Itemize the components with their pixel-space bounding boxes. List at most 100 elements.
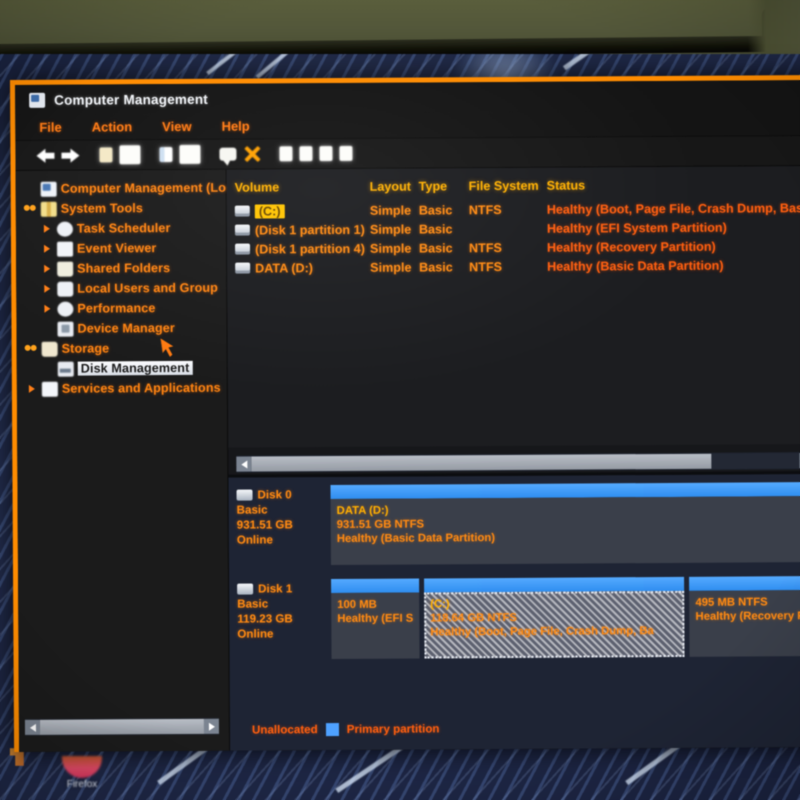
partition-block[interactable]: 495 MB NTFS Healthy (Recovery P <box>689 576 800 657</box>
tree-item-shared-folders[interactable]: Shared Folders <box>20 258 226 279</box>
expander-open-icon[interactable] <box>26 343 37 354</box>
tree-item-label: Computer Management (Loca <box>60 180 241 196</box>
tree-item-performance[interactable]: Performance <box>20 298 226 319</box>
volume-file-system: NTFS <box>469 259 503 274</box>
partition-status: Healthy (EFI S <box>337 612 414 626</box>
tree-item-disk-management[interactable]: Disk Management <box>21 358 227 379</box>
device-manager-icon <box>57 321 74 337</box>
partition-status: Healthy (Basic Data Partition) <box>336 532 496 546</box>
volume-status: Healthy (Boot, Page File, Crash Dump, Ba… <box>546 200 800 217</box>
volume-type: Basic <box>419 259 453 275</box>
graphical-disk-view: Disk 0 Basic 931.51 GB Online DATA (D:) … <box>228 474 800 751</box>
disk-size: 931.51 GB <box>236 518 293 532</box>
column-header-layout[interactable]: Layout <box>370 180 411 194</box>
desktop-icon-firefox[interactable]: Firefox <box>58 756 106 790</box>
console-tree: Computer Management (Loca System Tools T… <box>16 170 240 399</box>
tree-item-label: Disk Management <box>77 360 193 376</box>
tree-item-label: Task Scheduler <box>76 221 171 236</box>
expander-closed-icon[interactable] <box>43 304 50 313</box>
console-icon <box>40 181 57 197</box>
tree-item-label: Performance <box>77 301 156 316</box>
tree-item-label: Local Users and Group <box>77 280 218 296</box>
tree-item-device-manager[interactable]: Device Manager <box>20 318 226 339</box>
toolbar <box>15 136 800 171</box>
forward-icon[interactable] <box>61 147 80 163</box>
volume-list-header: Volume Layout Type File System Status <box>235 174 800 198</box>
disk-size: 119.23 GB <box>237 612 293 626</box>
scroll-left-button[interactable] <box>24 719 41 735</box>
refresh-icon[interactable] <box>279 146 293 162</box>
tree-item-label: Services and Applications <box>61 380 221 396</box>
scroll-right-button[interactable] <box>203 718 219 734</box>
volume-layout: Simple <box>369 241 412 256</box>
computer-management-window: Computer Management File Action View Hel… <box>10 75 800 752</box>
properties-icon[interactable] <box>159 147 173 163</box>
volume-name: DATA (D:) <box>255 260 314 276</box>
disk-row: Disk 1 Basic 119.23 GB Online 100 MB Hea… <box>237 576 800 660</box>
view-icon[interactable] <box>319 146 333 162</box>
disk-info[interactable]: Disk 0 Basic 931.51 GB Online <box>236 485 330 566</box>
clock-icon <box>56 221 73 237</box>
scroll-left-button[interactable] <box>236 456 252 472</box>
menu-help[interactable]: Help <box>221 119 249 134</box>
expander-closed-icon[interactable] <box>43 264 50 273</box>
partition-block[interactable]: DATA (D:) 931.51 GB NTFS Healthy (Basic … <box>330 482 800 566</box>
disk-icon <box>57 361 74 377</box>
help-balloon-icon[interactable] <box>219 147 237 161</box>
volume-list-horizontal-scrollbar[interactable] <box>236 452 800 473</box>
expander-open-icon[interactable] <box>25 203 36 214</box>
new-window-icon[interactable] <box>179 144 201 164</box>
column-header-status[interactable]: Status <box>547 178 586 192</box>
disk-info[interactable]: Disk 1 Basic 119.23 GB Online <box>237 579 331 660</box>
column-header-volume[interactable]: Volume <box>235 180 280 194</box>
tree-item-computer-management[interactable]: Computer Management (Loca <box>20 178 240 199</box>
tree-item-local-users-and-groups[interactable]: Local Users and Group <box>20 278 226 299</box>
users-icon <box>57 281 74 297</box>
disk-row: Disk 0 Basic 931.51 GB Online DATA (D:) … <box>236 482 800 566</box>
menu-view[interactable]: View <box>162 119 191 134</box>
disk-management-pane: Volume Layout Type File System Status (C… <box>226 166 800 751</box>
up-folder-icon[interactable] <box>99 147 113 163</box>
tree-item-label: Event Viewer <box>76 241 157 256</box>
column-header-type[interactable]: Type <box>419 179 448 193</box>
scroll-track[interactable] <box>251 453 800 472</box>
tree-item-services-and-applications[interactable]: Services and Applications <box>21 378 227 399</box>
menu-file[interactable]: File <box>39 120 61 135</box>
scroll-track[interactable] <box>39 718 204 735</box>
partition-body: DATA (D:) 931.51 GB NTFS Healthy (Basic … <box>330 496 800 566</box>
partition-title: (C:) <box>430 598 450 611</box>
delete-icon[interactable] <box>243 145 260 162</box>
legend-unallocated-label: Unallocated <box>251 723 318 737</box>
expander-closed-icon[interactable] <box>43 284 50 293</box>
tree-item-event-viewer[interactable]: Event Viewer <box>20 238 226 259</box>
partition-size: 100 MB <box>337 598 377 612</box>
firefox-icon <box>62 756 102 778</box>
volume-name: (Disk 1 partition 1) <box>254 222 365 238</box>
menu-action[interactable]: Action <box>92 119 133 134</box>
tree-horizontal-scrollbar[interactable] <box>24 717 220 736</box>
volume-status: Healthy (Basic Data Partition) <box>547 258 724 274</box>
extra-icon[interactable] <box>339 145 353 161</box>
show-hide-console-tree-icon[interactable] <box>119 145 141 165</box>
expander-closed-icon[interactable] <box>28 384 35 393</box>
partition-block[interactable]: (C:) 118.64 GB NTFS Healthy (Boot, Page … <box>424 576 685 659</box>
window-titlebar[interactable]: Computer Management <box>15 80 800 115</box>
table-row[interactable]: DATA (D:) Simple Basic NTFS Healthy (Bas… <box>235 255 800 278</box>
console-icon <box>29 92 46 108</box>
partition-body: 495 MB NTFS Healthy (Recovery P <box>689 590 800 657</box>
tree-item-task-scheduler[interactable]: Task Scheduler <box>20 218 226 239</box>
disk-type: Basic <box>236 503 268 517</box>
partition-body: 100 MB Healthy (EFI S <box>331 592 420 660</box>
tree-item-label: Device Manager <box>77 320 175 336</box>
disk-icon <box>237 583 254 595</box>
column-header-file-system[interactable]: File System <box>469 179 539 193</box>
scroll-thumb[interactable] <box>251 453 712 472</box>
tree-item-system-tools[interactable]: System Tools <box>20 198 226 219</box>
back-icon[interactable] <box>35 147 54 163</box>
export-list-icon[interactable] <box>299 146 313 162</box>
scroll-thumb[interactable] <box>39 718 204 735</box>
tree-item-storage[interactable]: Storage <box>21 338 227 359</box>
expander-closed-icon[interactable] <box>43 244 50 253</box>
partition-block[interactable]: 100 MB Healthy (EFI S <box>331 578 420 660</box>
expander-closed-icon[interactable] <box>43 224 50 233</box>
